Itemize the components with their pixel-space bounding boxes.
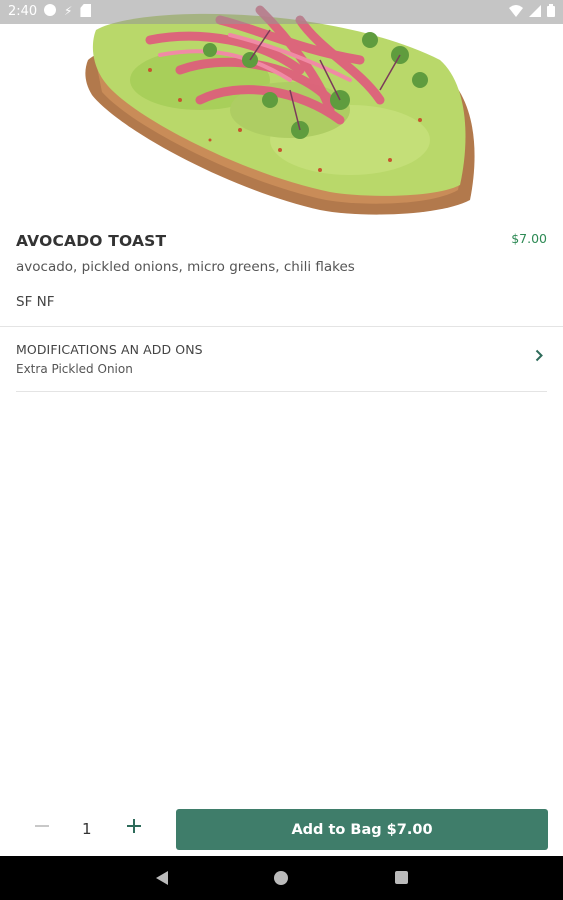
decrease-quantity-button[interactable] xyxy=(32,816,52,836)
notification-app-icon xyxy=(44,4,56,16)
add-to-bag-button[interactable]: Add to Bag $7.00 xyxy=(176,809,548,850)
wifi-icon xyxy=(509,4,523,17)
modifications-label: MODIFICATIONS AN ADD ONS xyxy=(16,342,203,357)
battery-icon xyxy=(547,4,555,17)
flash-icon: ⚡ xyxy=(64,4,73,18)
modifications-row[interactable]: MODIFICATIONS AN ADD ONS Extra Pickled O… xyxy=(0,327,563,391)
increase-quantity-button[interactable] xyxy=(124,816,144,836)
add-to-bag-label: Add to Bag $7.00 xyxy=(291,821,433,838)
item-diet-tags: SF NF xyxy=(16,294,55,310)
home-icon[interactable] xyxy=(274,871,288,885)
notification-icons: ⚡ xyxy=(44,4,92,18)
item-photo xyxy=(0,0,563,216)
status-bar: 2:40 ⚡ xyxy=(0,0,563,24)
item-price: $7.00 xyxy=(511,231,547,246)
system-icons xyxy=(509,4,555,17)
status-time: 2:40 xyxy=(8,4,38,19)
item-description: avocado, pickled onions, micro greens, c… xyxy=(16,259,355,275)
chevron-right-icon xyxy=(535,349,543,362)
divider xyxy=(16,391,547,392)
quantity-value: 1 xyxy=(82,820,92,838)
back-icon[interactable] xyxy=(155,870,169,886)
signal-icon xyxy=(529,4,541,17)
recent-apps-icon[interactable] xyxy=(395,871,408,884)
item-title: AVOCADO TOAST xyxy=(16,232,167,250)
modifications-selection: Extra Pickled Onion xyxy=(16,362,133,376)
sd-card-icon xyxy=(80,4,92,17)
cart-action-bar: 1 Add to Bag $7.00 xyxy=(0,802,563,856)
system-nav-bar xyxy=(0,856,563,900)
